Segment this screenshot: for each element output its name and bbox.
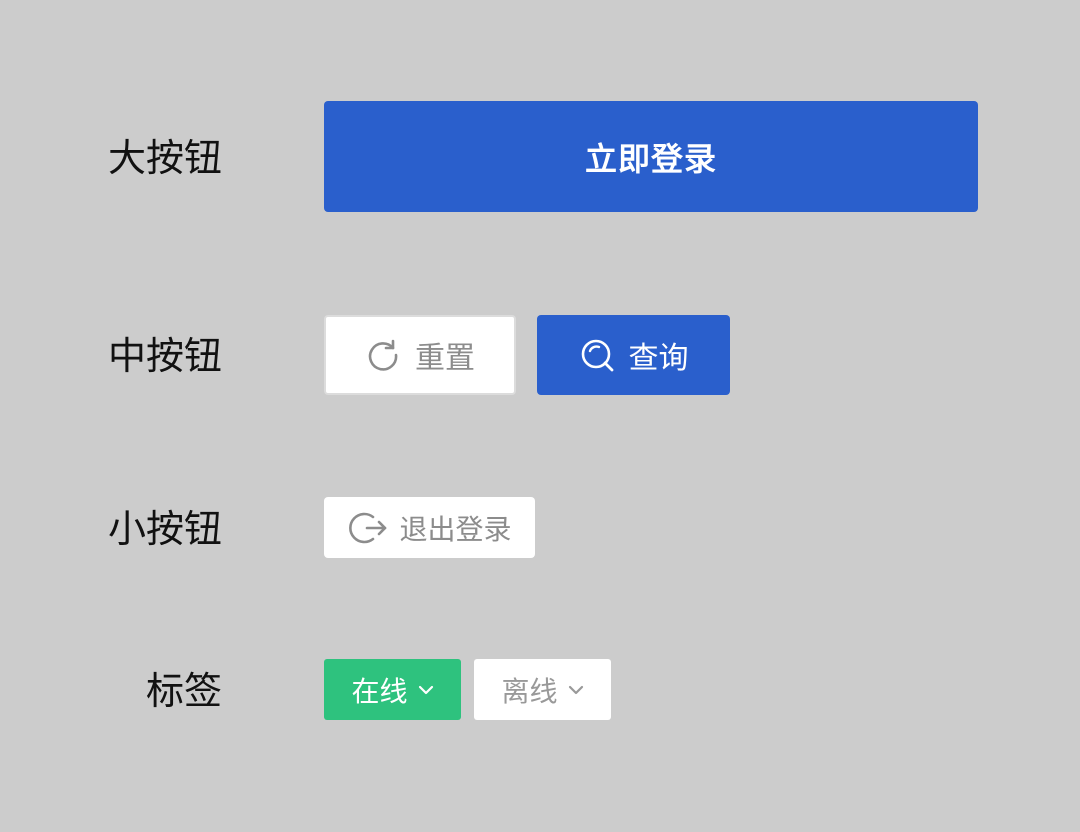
logout-icon	[347, 507, 389, 549]
reset-button-label: 重置	[415, 341, 475, 376]
logout-button-label: 退出登录	[399, 512, 512, 546]
medium-button-row-label: 中按钮	[107, 334, 222, 378]
offline-status-tag[interactable]: 离线	[474, 659, 611, 720]
query-button[interactable]: 查询	[537, 315, 730, 395]
logout-button[interactable]: 退出登录	[324, 497, 535, 558]
offline-tag-label: 离线	[501, 674, 558, 708]
login-now-button[interactable]: 立即登录	[324, 101, 978, 212]
large-button-row-label: 大按钮	[107, 136, 222, 180]
online-tag-label: 在线	[351, 674, 408, 708]
chevron-down-icon	[418, 684, 434, 696]
reset-button[interactable]: 重置	[324, 315, 516, 395]
login-now-button-label: 立即登录	[584, 139, 717, 178]
query-button-label: 查询	[628, 341, 689, 376]
refresh-icon	[365, 337, 401, 373]
small-button-row-label: 小按钮	[107, 507, 222, 551]
tag-row-label: 标签	[145, 669, 222, 713]
online-status-tag[interactable]: 在线	[324, 659, 461, 720]
chevron-down-icon	[568, 684, 584, 696]
search-icon	[579, 337, 615, 373]
